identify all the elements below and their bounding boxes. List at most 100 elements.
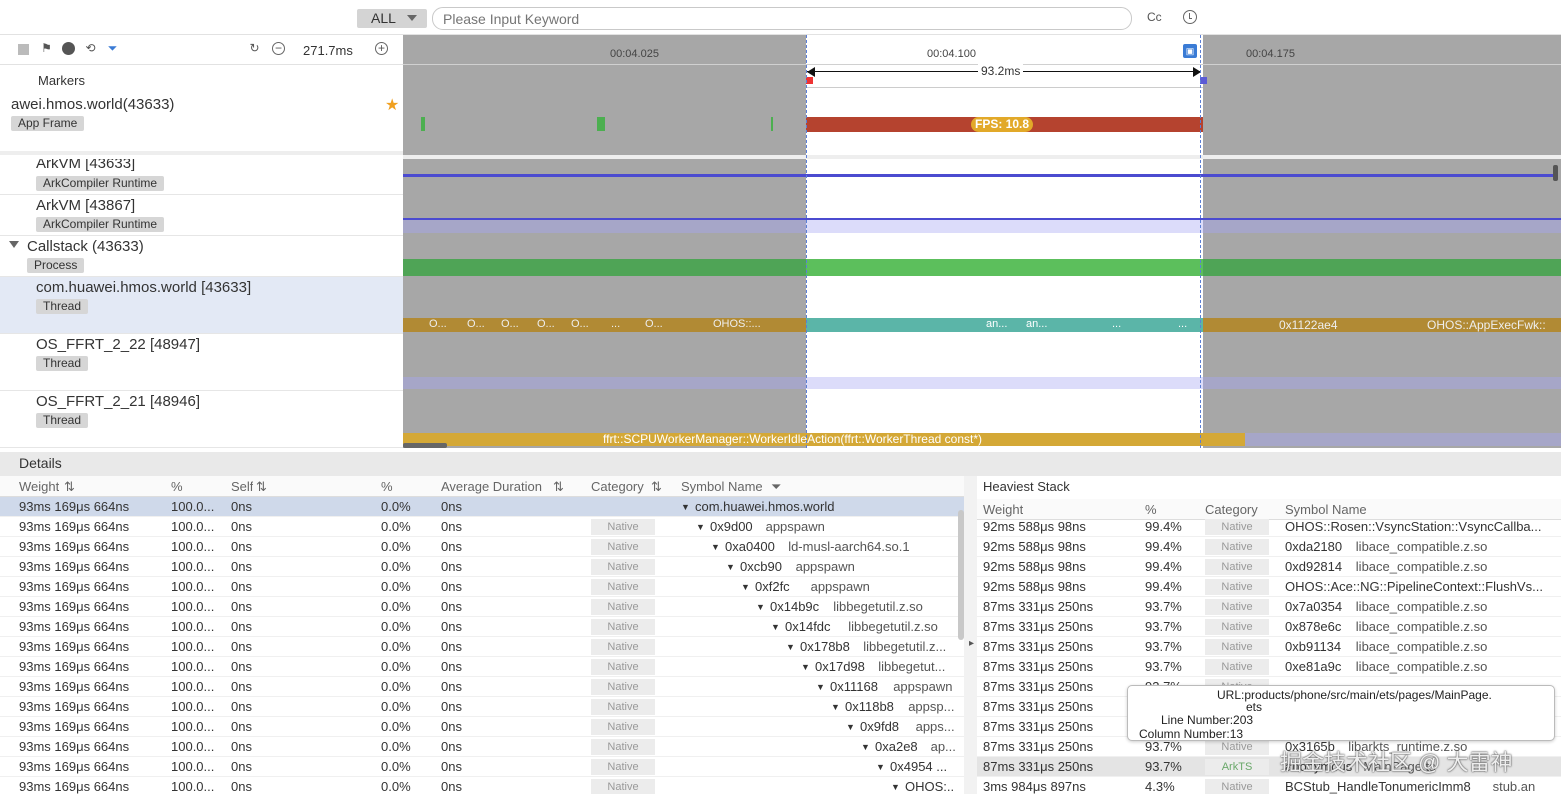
sort-icon[interactable]: ⇅: [256, 476, 267, 497]
track-app-frame[interactable]: awei.hmos.world(43633) App Frame ★: [0, 95, 403, 155]
table-row[interactable]: 93ms 169μs 664ns 100.0... 0ns 0.0% 0ns Native…: [0, 677, 964, 697]
expand-caret-icon[interactable]: ▼: [891, 777, 900, 794]
col-self-percent[interactable]: %: [381, 476, 393, 497]
selection-left-edge[interactable]: [806, 35, 807, 448]
expand-caret-icon[interactable]: ▼: [831, 697, 840, 717]
start-flag-icon[interactable]: [806, 77, 813, 84]
slice-label[interactable]: ...: [1178, 318, 1187, 330]
case-sensitive-button[interactable]: Cc: [1147, 10, 1162, 24]
v-scrollbar[interactable]: [958, 510, 964, 640]
track-ffrt-22[interactable]: OS_FFRT_2_22 [48947] Thread: [0, 334, 403, 391]
expand-caret-icon[interactable]: ▼: [726, 557, 735, 577]
timer-icon[interactable]: [62, 42, 75, 55]
slice-label[interactable]: an...: [986, 318, 1007, 330]
table-row[interactable]: 92ms 588μs 98ns 99.4% Native OHOS::Rosen::V…: [977, 517, 1561, 537]
filter-icon[interactable]: ⏷: [771, 476, 781, 497]
expand-caret-icon[interactable]: ▼: [876, 757, 885, 777]
table-row[interactable]: 93ms 169μs 664ns 100.0... 0ns 0.0% 0ns Native…: [0, 517, 964, 537]
zoom-out-icon[interactable]: −: [272, 42, 285, 55]
end-flag-icon[interactable]: [1200, 77, 1207, 84]
slice-label[interactable]: OHOS::...: [713, 318, 761, 330]
zoom-in-icon[interactable]: +: [375, 42, 388, 55]
h-scrollbar[interactable]: [403, 443, 447, 448]
sync-icon[interactable]: ⟲: [84, 42, 97, 55]
table-row[interactable]: 92ms 588μs 98ns 99.4% Native OHOS::Ace::NG:…: [977, 577, 1561, 597]
slice-label[interactable]: O...: [645, 318, 663, 330]
expand-caret-icon[interactable]: ▼: [681, 497, 690, 517]
slice-label[interactable]: O...: [537, 318, 555, 330]
table-row[interactable]: 3ms 984μs 897ns 4.3% Native BCStub_HandleTo…: [977, 777, 1561, 794]
history-clock-icon[interactable]: [1183, 10, 1197, 24]
track-ffrt-21[interactable]: OS_FFRT_2_21 [48946] Thread: [0, 391, 403, 448]
table-row[interactable]: 87ms 331μs 250ns 93.7% Native 0x878e6c libac…: [977, 617, 1561, 637]
col-symbol[interactable]: Symbol Name: [681, 476, 763, 497]
timeline-canvas[interactable]: 00:04.025 00:04.100 00:04.175 ▣ 93.2ms F…: [403, 35, 1561, 448]
expand-caret-icon[interactable]: ▼: [786, 637, 795, 657]
slice-label[interactable]: O...: [501, 318, 519, 330]
slice-label[interactable]: O...: [429, 318, 447, 330]
table-row[interactable]: 93ms 169μs 664ns 100.0... 0ns 0.0% 0ns Native…: [0, 757, 964, 777]
expand-caret-icon[interactable]: ▼: [771, 617, 780, 637]
expand-caret-icon[interactable]: ▼: [816, 677, 825, 697]
frame-marker[interactable]: [597, 117, 605, 131]
table-row[interactable]: 92ms 588μs 98ns 99.4% Native 0xda2180 libace…: [977, 537, 1561, 557]
slice-label[interactable]: ...: [611, 318, 620, 330]
collapse-caret-icon[interactable]: [9, 241, 19, 248]
slice-label[interactable]: an...: [1026, 318, 1047, 330]
expand-caret-icon[interactable]: ▼: [696, 517, 705, 537]
filter-select[interactable]: ALL: [357, 9, 427, 28]
table-row[interactable]: 93ms 169μs 664ns 100.0... 0ns 0.0% 0ns Native…: [0, 597, 964, 617]
expand-caret-icon[interactable]: ▼: [861, 737, 870, 757]
table-row[interactable]: 87ms 331μs 250ns 93.7% Native 0xb91134 libac…: [977, 637, 1561, 657]
table-row[interactable]: 93ms 169μs 664ns 100.0... 0ns 0.0% 0ns Native…: [0, 617, 964, 637]
slice-label[interactable]: O...: [467, 318, 485, 330]
table-row[interactable]: 92ms 588μs 98ns 99.4% Native 0xd92814 libace…: [977, 557, 1561, 577]
selection-right-edge[interactable]: [1200, 35, 1201, 448]
frame-marker[interactable]: [771, 117, 773, 131]
table-row[interactable]: 93ms 169μs 664ns 100.0... 0ns 0.0% 0ns Native…: [0, 737, 964, 757]
slice-label[interactable]: O...: [571, 318, 589, 330]
sort-icon[interactable]: ⇅: [651, 476, 662, 497]
track-arkvm-43633[interactable]: ArkVM [43633] ArkCompiler Runtime: [0, 159, 403, 195]
expand-caret-icon[interactable]: ▼: [741, 577, 750, 597]
table-row[interactable]: 93ms 169μs 664ns 100.0... 0ns 0.0% 0ns Native…: [0, 637, 964, 657]
expand-arrow-icon[interactable]: ▸: [969, 638, 974, 649]
scroll-handle[interactable]: [1553, 165, 1558, 181]
track-arkvm-43867[interactable]: ArkVM [43867] ArkCompiler Runtime: [0, 195, 403, 236]
filter-icon[interactable]: ⏷: [106, 42, 119, 55]
search-input[interactable]: [432, 7, 1132, 30]
panel-splitter[interactable]: [964, 476, 977, 794]
table-row[interactable]: 93ms 169μs 664ns 100.0... 0ns 0.0% 0ns Native…: [0, 777, 964, 794]
table-row[interactable]: 93ms 169μs 664ns 100.0... 0ns 0.0% 0ns Native…: [0, 537, 964, 557]
table-row[interactable]: 93ms 169μs 664ns 100.0... 0ns 0.0% 0ns Native…: [0, 717, 964, 737]
col-weight[interactable]: Weight: [19, 476, 59, 497]
stop-square-icon[interactable]: [18, 44, 29, 55]
star-icon[interactable]: ★: [385, 95, 399, 115]
expand-caret-icon[interactable]: ▼: [756, 597, 765, 617]
table-row[interactable]: 87ms 331μs 250ns 93.7% Native 0xe81a9c libac…: [977, 657, 1561, 677]
reset-icon[interactable]: ↻: [248, 42, 261, 55]
slice-label[interactable]: OHOS::AppExecFwk::: [1427, 318, 1546, 332]
table-row[interactable]: 93ms 169μs 664ns 100.0... 0ns 0.0% 0ns Native…: [0, 697, 964, 717]
table-row[interactable]: 93ms 169μs 664ns 100.0... 0ns 0.0% 0ns Native…: [0, 657, 964, 677]
table-row[interactable]: 93ms 169μs 664ns 100.0... 0ns 0.0% 0ns ▼ com.h…: [0, 497, 964, 517]
flag-icon[interactable]: ⚑: [40, 42, 53, 55]
col-self[interactable]: Self: [231, 476, 253, 497]
bookmark-icon[interactable]: ▣: [1183, 44, 1197, 58]
col-category[interactable]: Category: [591, 476, 644, 497]
worker-slice-label[interactable]: ffrt::SCPUWorkerManager::WorkerIdleActio…: [603, 432, 982, 446]
frame-marker[interactable]: [421, 117, 425, 131]
expand-caret-icon[interactable]: ▼: [711, 537, 720, 557]
table-row[interactable]: 93ms 169μs 664ns 100.0... 0ns 0.0% 0ns Native…: [0, 577, 964, 597]
col-percent[interactable]: %: [171, 476, 183, 497]
table-row[interactable]: 93ms 169μs 664ns 100.0... 0ns 0.0% 0ns Native…: [0, 557, 964, 577]
expand-caret-icon[interactable]: ▼: [846, 717, 855, 737]
arkvm-line[interactable]: [403, 174, 1553, 177]
sort-icon[interactable]: ⇅: [64, 476, 75, 497]
track-callstack[interactable]: Callstack (43633) Process: [0, 236, 403, 277]
slice-label[interactable]: 0x1122ae4: [1279, 318, 1338, 332]
table-row[interactable]: 87ms 331μs 250ns 93.7% Native 0x7a0354 libac…: [977, 597, 1561, 617]
slice-label[interactable]: ...: [1112, 318, 1121, 330]
track-main-thread[interactable]: com.huawei.hmos.world [43633] Thread: [0, 277, 403, 334]
expand-caret-icon[interactable]: ▼: [801, 657, 810, 677]
